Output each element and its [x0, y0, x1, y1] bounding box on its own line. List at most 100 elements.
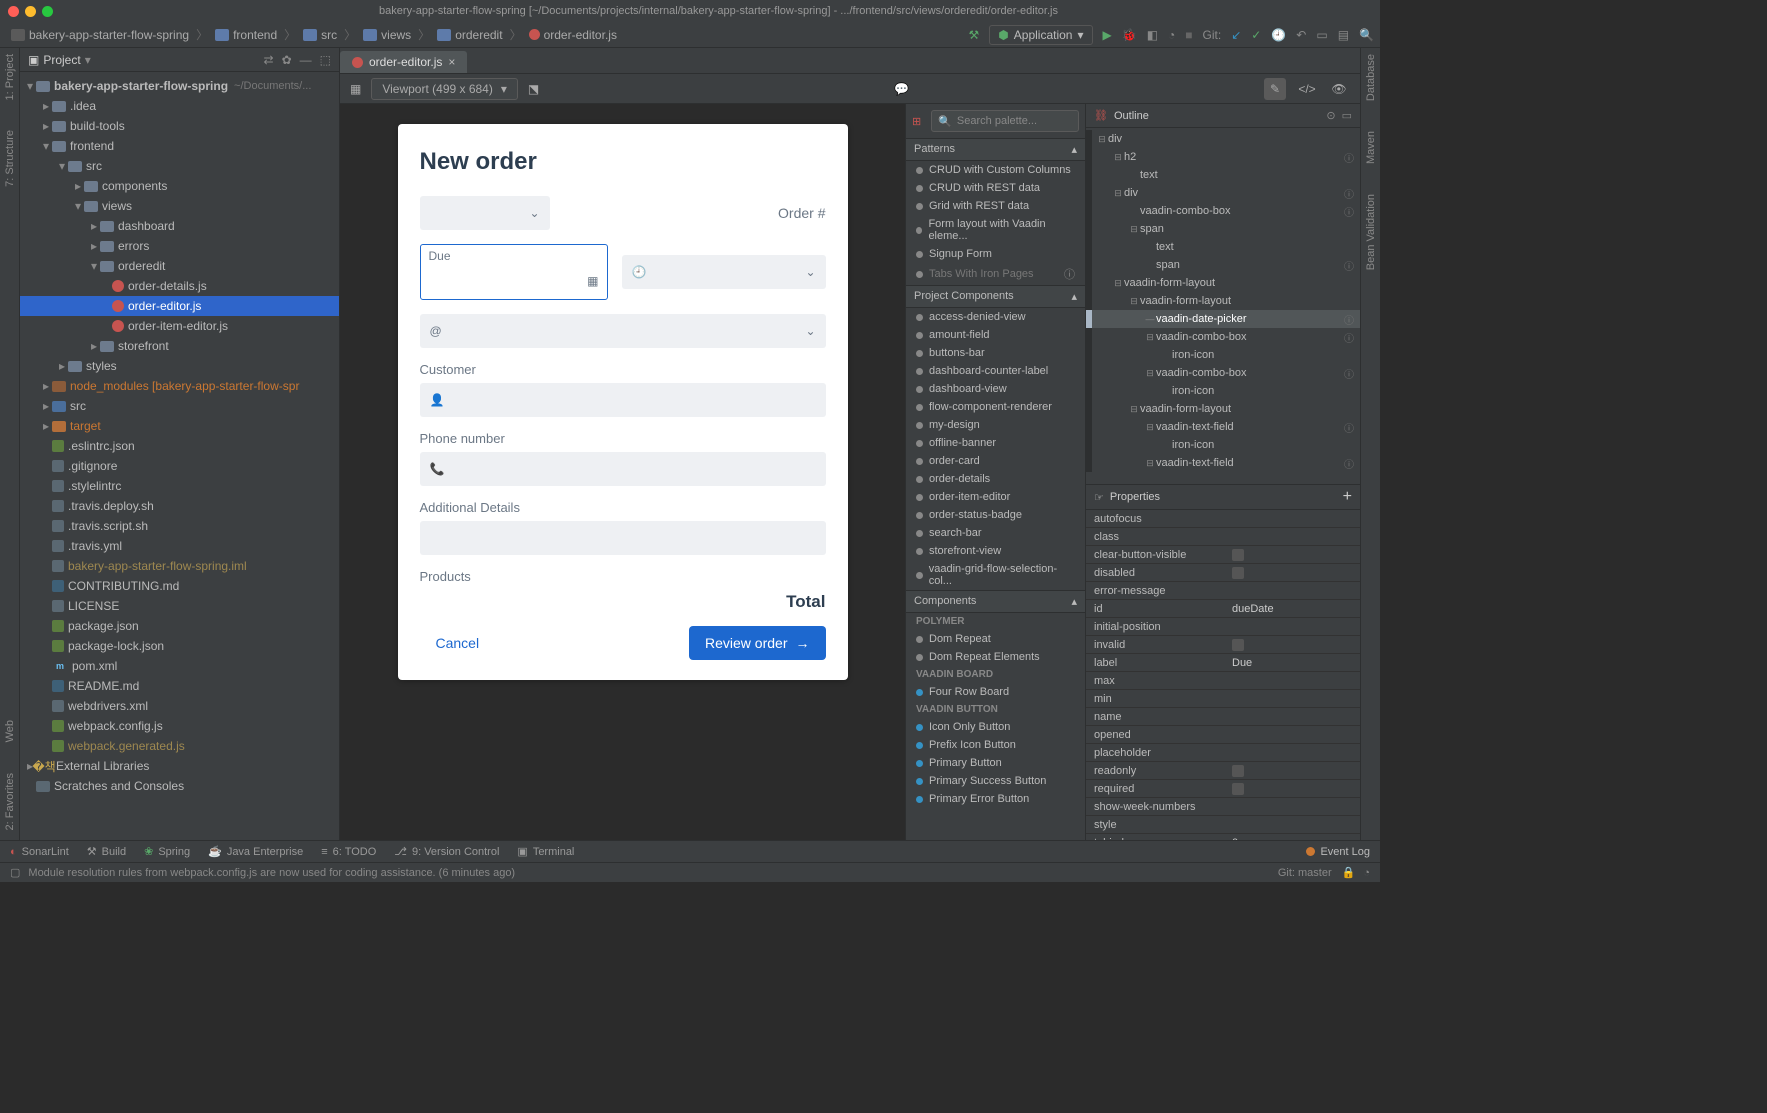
property-row[interactable]: name [1086, 708, 1360, 726]
gutter-structure[interactable]: 7: Structure [4, 130, 16, 187]
git-commit-icon[interactable]: ✓ [1251, 28, 1261, 42]
palette-item[interactable]: order-details [906, 470, 1085, 488]
palette-group-components[interactable]: Components▴ [906, 590, 1085, 613]
tree-file[interactable]: webpack.generated.js [20, 736, 339, 756]
gutter-favorites[interactable]: 2: Favorites [4, 773, 16, 830]
outline-node[interactable]: vaadin-combo-boxⓘ [1092, 202, 1360, 220]
tree-folder[interactable]: ▸node_modules [bakery-app-starter-flow-s… [20, 376, 339, 396]
outline-node[interactable]: ⊟div [1092, 130, 1360, 148]
outline-node[interactable]: —vaadin-date-pickerⓘ [1092, 310, 1360, 328]
crop-icon[interactable]: ▦ [350, 82, 361, 96]
tree-folder[interactable]: ▸build-tools [20, 116, 339, 136]
property-row[interactable]: clear-button-visible [1086, 546, 1360, 564]
tree-file[interactable]: .travis.deploy.sh [20, 496, 339, 516]
outline-node[interactable]: ⊟vaadin-text-fieldⓘ [1092, 418, 1360, 436]
tree-file[interactable]: .eslintrc.json [20, 436, 339, 456]
ide-layout-icon[interactable]: ▤ [1338, 28, 1349, 42]
tree-file[interactable]: webpack.config.js [20, 716, 339, 736]
cancel-button[interactable]: Cancel [420, 626, 496, 660]
tree-file[interactable]: mpom.xml [20, 656, 339, 676]
status-indicator-icon[interactable]: ◔ [1363, 867, 1370, 879]
property-row[interactable]: min [1086, 690, 1360, 708]
tree-folder[interactable]: ▸styles [20, 356, 339, 376]
palette-item[interactable]: flow-component-renderer [906, 398, 1085, 416]
palette-search[interactable]: 🔍Search palette... [931, 110, 1079, 132]
tree-folder[interactable]: ▸target [20, 416, 339, 436]
tree-folder[interactable]: ▸src [20, 396, 339, 416]
palette-item[interactable]: Primary Success Button [906, 772, 1085, 790]
search-everywhere-icon[interactable]: 🔍 [1359, 28, 1374, 42]
breadcrumb[interactable]: views [358, 26, 416, 44]
customer-field[interactable]: 👤 [420, 383, 826, 417]
gutter-maven[interactable]: Maven [1365, 131, 1377, 164]
property-row[interactable]: iddueDate [1086, 600, 1360, 618]
maximize-window-icon[interactable] [42, 6, 53, 17]
tree-file[interactable]: LICENSE [20, 596, 339, 616]
breadcrumb-project[interactable]: bakery-app-starter-flow-spring [6, 26, 194, 44]
tree-folder[interactable]: ▾src [20, 156, 339, 176]
breadcrumb[interactable]: src [298, 26, 342, 44]
palette-item[interactable]: dashboard-counter-label [906, 362, 1085, 380]
property-row[interactable]: class [1086, 528, 1360, 546]
tree-file[interactable]: README.md [20, 676, 339, 696]
git-update-icon[interactable]: ↙ [1231, 28, 1241, 42]
coverage-icon[interactable]: ◧ [1147, 28, 1158, 42]
property-row[interactable]: tabindex0 [1086, 834, 1360, 840]
toolwin-build[interactable]: ⚒Build [87, 845, 126, 858]
editor-tab[interactable]: order-editor.js× [340, 51, 467, 73]
toolwin-sonarlint[interactable]: ◐SonarLint [10, 846, 69, 858]
property-row[interactable]: initial-position [1086, 618, 1360, 636]
palette-item[interactable]: Four Row Board [906, 683, 1085, 701]
tree-external-libs[interactable]: ▸�책External Libraries [20, 756, 339, 776]
outline-node[interactable]: ⊟vaadin-form-layout [1092, 400, 1360, 418]
review-order-button[interactable]: Review order→ [689, 626, 825, 660]
property-row[interactable]: required [1086, 780, 1360, 798]
phone-field[interactable]: 📞 [420, 452, 826, 486]
chat-icon[interactable]: 💬 [894, 82, 909, 96]
property-row[interactable]: invalid [1086, 636, 1360, 654]
close-window-icon[interactable] [8, 6, 19, 17]
palette-item[interactable]: order-card [906, 452, 1085, 470]
palette-toggle-icon[interactable]: ⊞ [912, 115, 921, 128]
outline-screen-icon[interactable]: ▭ [1342, 109, 1352, 122]
stop-icon[interactable]: ■ [1185, 28, 1192, 42]
additional-field[interactable] [420, 521, 826, 555]
gutter-web[interactable]: Web [4, 720, 16, 742]
tree-file[interactable]: bakery-app-starter-flow-spring.iml [20, 556, 339, 576]
profile-icon[interactable]: ◔ [1168, 28, 1175, 42]
palette-item[interactable]: access-denied-view [906, 308, 1085, 326]
toolwin-todo[interactable]: ≡6: TODO [321, 846, 376, 858]
palette-item[interactable]: order-status-badge [906, 506, 1085, 524]
tree-file[interactable]: .travis.yml [20, 536, 339, 556]
outline-node[interactable]: ⊟vaadin-text-fieldⓘ [1092, 454, 1360, 472]
outline-node[interactable]: ⊟vaadin-combo-boxⓘ [1092, 364, 1360, 382]
debug-icon[interactable]: 🐞 [1122, 28, 1137, 42]
lock-icon[interactable]: 🔒 [1342, 866, 1356, 879]
outline-node[interactable]: iron-icon [1092, 382, 1360, 400]
ide-toolbox-icon[interactable]: ▭ [1316, 28, 1327, 42]
git-history-icon[interactable]: 🕘 [1271, 28, 1286, 42]
collapse-icon[interactable]: — [300, 53, 312, 67]
run-config-select[interactable]: ⬢Application▾ [989, 25, 1092, 45]
tree-file[interactable]: order-item-editor.js [20, 316, 339, 336]
outline-node[interactable]: iron-icon [1092, 346, 1360, 364]
preview-mode-icon[interactable]: 👁 [1328, 78, 1350, 100]
palette-item[interactable]: Primary Error Button [906, 790, 1085, 808]
palette-item[interactable]: my-design [906, 416, 1085, 434]
tree-file[interactable]: .gitignore [20, 456, 339, 476]
tree-folder[interactable]: ▾frontend [20, 136, 339, 156]
palette-item[interactable]: Signup Form [906, 245, 1085, 263]
viewport-select[interactable]: Viewport (499 x 684)▾ [371, 78, 518, 100]
palette-item[interactable]: Form layout with Vaadin eleme... [906, 215, 1085, 245]
palette-item[interactable]: CRUD with Custom Columns [906, 161, 1085, 179]
property-row[interactable]: show-week-numbers [1086, 798, 1360, 816]
tree-file[interactable]: .travis.script.sh [20, 516, 339, 536]
source-mode-icon[interactable]: </> [1296, 78, 1318, 100]
run-icon[interactable]: ▶ [1103, 28, 1112, 42]
palette-item[interactable]: dashboard-view [906, 380, 1085, 398]
tree-scratches[interactable]: Scratches and Consoles [20, 776, 339, 796]
outline-node[interactable]: ⊟divⓘ [1092, 184, 1360, 202]
palette-item[interactable]: Tabs With Iron Pagesⓘ [906, 263, 1085, 285]
palette-item[interactable]: buttons-bar [906, 344, 1085, 362]
event-log-button[interactable]: Event Log [1306, 846, 1370, 858]
